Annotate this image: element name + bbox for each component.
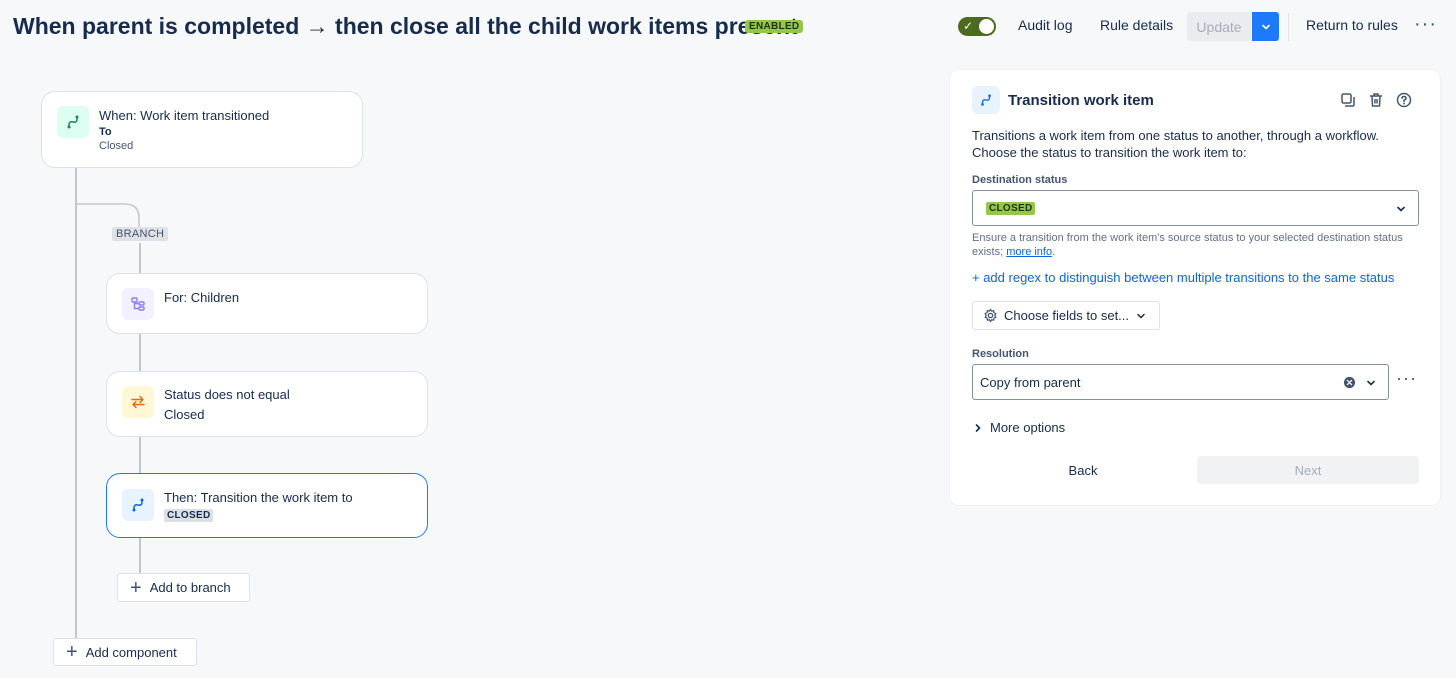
branch-card-title: For: Children xyxy=(164,290,240,305)
choose-fields-button[interactable]: Choose fields to set... xyxy=(972,301,1160,330)
help-text-end: . xyxy=(1052,246,1056,258)
add-component-label: Add component xyxy=(85,644,177,660)
transition-icon xyxy=(57,106,89,138)
resolution-label: Resolution xyxy=(972,348,1029,360)
status-lozenge: CLOSED xyxy=(164,509,214,522)
branch-card[interactable]: For: Children xyxy=(106,273,428,334)
clear-icon[interactable] xyxy=(1343,376,1356,389)
children-icon xyxy=(122,288,154,320)
chevron-down-icon xyxy=(1137,313,1145,319)
trigger-title: When: Work item transitioned xyxy=(99,108,270,123)
branch-connector-2 xyxy=(139,243,141,273)
branch-connector-3 xyxy=(139,334,141,371)
branch-label: BRANCH xyxy=(112,227,169,241)
resolution-select[interactable]: Copy from parent xyxy=(972,364,1389,400)
destination-help-text: Ensure a transition from the work item's… xyxy=(972,231,1412,259)
destination-status-value: CLOSED xyxy=(986,202,1036,215)
condition-card[interactable]: Status does not equal Closed xyxy=(106,371,428,437)
page-title: When parent is completed → then close al… xyxy=(13,13,798,39)
choose-fields-label: Choose fields to set... xyxy=(1004,308,1130,323)
plus-icon: + xyxy=(130,576,142,599)
header: When parent is completed → then close al… xyxy=(0,0,1456,54)
add-to-branch-label: Add to branch xyxy=(149,580,231,595)
condition-icon xyxy=(122,386,154,418)
more-icon[interactable]: ··· xyxy=(1414,13,1437,36)
chevron-down-icon xyxy=(1397,206,1405,212)
trash-icon[interactable] xyxy=(1368,92,1384,108)
condition-line1: Status does not equal xyxy=(164,387,290,402)
back-button[interactable]: Back xyxy=(972,456,1194,484)
rule-enabled-toggle[interactable]: ✓ xyxy=(958,17,996,36)
more-options-toggle[interactable]: More options xyxy=(972,420,1065,435)
gear-icon xyxy=(984,308,997,323)
transition-icon xyxy=(972,86,1000,114)
update-button[interactable]: Update xyxy=(1187,12,1251,41)
chevron-right-icon xyxy=(975,423,981,432)
trigger-to-label: To xyxy=(99,126,112,138)
copy-icon[interactable] xyxy=(1340,92,1356,108)
plus-icon: + xyxy=(66,641,78,663)
chevron-down-icon xyxy=(1261,24,1270,30)
branch-connector-5 xyxy=(139,538,141,574)
rule-details-button[interactable]: Rule details xyxy=(1100,17,1173,33)
audit-log-button[interactable]: Audit log xyxy=(1018,17,1072,33)
add-regex-link[interactable]: + add regex to distinguish between multi… xyxy=(972,270,1394,285)
resolution-value: Copy from parent xyxy=(980,375,1081,390)
action-card[interactable]: Then: Transition the work item to CLOSED xyxy=(106,473,428,538)
add-to-branch-button[interactable]: + Add to branch xyxy=(117,573,250,602)
toggle-knob xyxy=(979,19,994,34)
help-icon[interactable] xyxy=(1396,92,1412,108)
add-component-button[interactable]: + Add component xyxy=(53,638,197,666)
trigger-card[interactable]: When: Work item transitioned To Closed xyxy=(41,91,363,168)
trigger-to-value: Closed xyxy=(99,140,134,152)
component-panel: Transition work item Transitions a work … xyxy=(950,70,1440,505)
chevron-down-icon xyxy=(1367,380,1375,386)
panel-description: Transitions a work item from one status … xyxy=(972,128,1380,160)
action-title: Then: Transition the work item to xyxy=(164,490,353,505)
condition-line2: Closed xyxy=(164,407,205,422)
more-info-link[interactable]: more info xyxy=(1006,246,1052,258)
update-dropdown-button[interactable] xyxy=(1252,12,1279,41)
destination-status-label: Destination status xyxy=(972,174,1068,186)
check-icon: ✓ xyxy=(963,19,974,33)
panel-title: Transition work item xyxy=(1008,92,1154,109)
status-badge: ENABLED xyxy=(745,20,804,33)
return-to-rules-button[interactable]: Return to rules xyxy=(1306,17,1398,33)
transition-icon xyxy=(122,489,154,521)
divider xyxy=(1288,13,1289,41)
main-connector xyxy=(75,168,77,652)
branch-connector-4 xyxy=(139,437,141,473)
destination-status-select[interactable]: CLOSED xyxy=(972,190,1419,226)
next-button[interactable]: Next xyxy=(1197,456,1419,484)
more-icon[interactable]: ··· xyxy=(1396,368,1417,389)
more-options-label: More options xyxy=(990,420,1066,435)
